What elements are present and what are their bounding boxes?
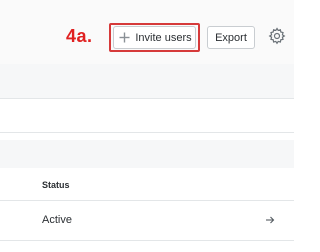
filter-bar xyxy=(0,64,294,98)
step-annotation-label: 4a. xyxy=(66,26,93,46)
table-row-divider xyxy=(0,240,294,241)
column-header-status: Status xyxy=(42,180,70,190)
invite-users-label: Invite users xyxy=(135,31,192,44)
export-label: Export xyxy=(215,31,247,44)
filter-bar-top-border xyxy=(0,98,294,99)
plus-icon xyxy=(119,32,130,43)
export-button[interactable]: Export xyxy=(207,26,255,49)
invite-users-button[interactable]: Invite users xyxy=(113,26,196,49)
toolbar-band xyxy=(0,140,294,168)
filter-bar-bottom-border xyxy=(0,132,294,133)
table-cell-status: Active xyxy=(42,214,72,226)
arrow-right-icon[interactable] xyxy=(265,215,275,225)
table-header-divider xyxy=(0,200,294,201)
gear-icon[interactable] xyxy=(268,27,286,45)
